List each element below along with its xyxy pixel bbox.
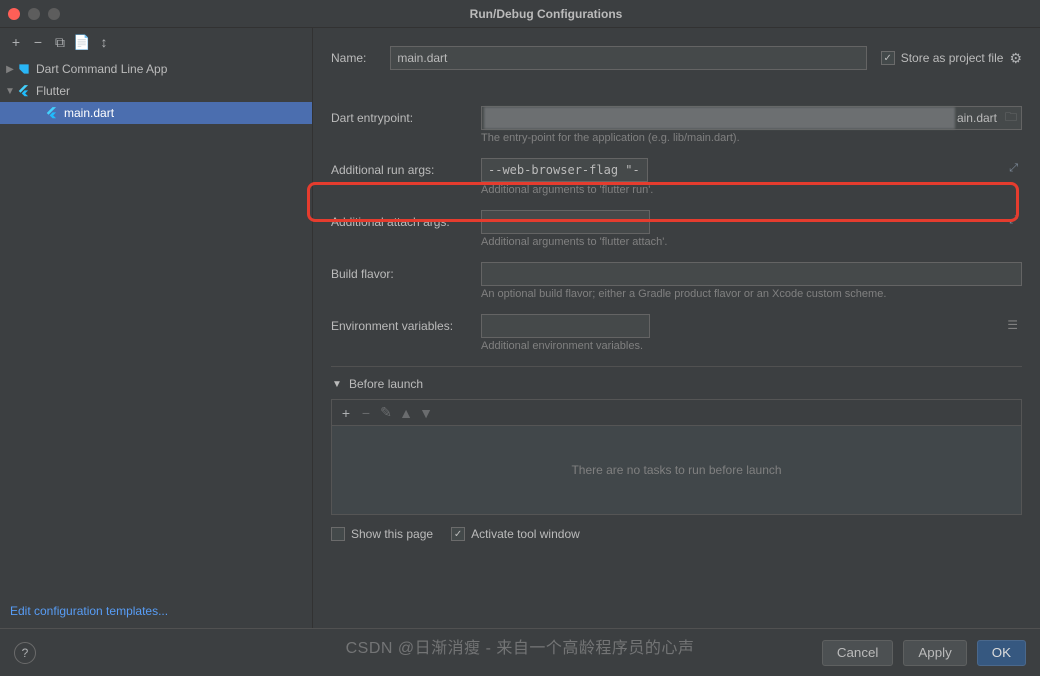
blurred-path <box>484 107 955 129</box>
move-down-icon: ▼ <box>418 405 434 421</box>
activate-tool-window-checkbox[interactable]: Activate tool window <box>451 527 580 541</box>
flutter-icon <box>44 105 60 121</box>
store-as-project-file-checkbox[interactable] <box>881 51 895 65</box>
tree-item-main-dart[interactable]: main.dart <box>0 102 312 124</box>
chevron-down-icon: ▼ <box>331 379 343 390</box>
config-form-panel: Name: Store as project file ⚙ Dart entry… <box>313 28 1040 628</box>
traffic-lights <box>8 8 60 20</box>
configurations-sidebar: + − ⧉ 📄 ↕ ▶ Dart Command Line App ▼ Flut… <box>0 28 313 628</box>
titlebar: Run/Debug Configurations <box>0 0 1040 28</box>
attach-args-label: Additional attach args: <box>331 215 481 229</box>
run-args-label: Additional run args: <box>331 163 481 177</box>
build-flavor-row: Build flavor: <box>331 262 1022 286</box>
build-flavor-help: An optional build flavor; either a Gradl… <box>481 288 1022 300</box>
run-args-help: Additional arguments to 'flutter run'. <box>481 184 1022 196</box>
flutter-icon <box>16 83 32 99</box>
gear-icon[interactable]: ⚙ <box>1009 50 1022 67</box>
apply-button[interactable]: Apply <box>903 640 966 666</box>
activate-tool-window-label: Activate tool window <box>471 527 580 541</box>
entrypoint-row: Dart entrypoint: ain.dart 🗀 <box>331 106 1022 130</box>
chevron-down-icon: ▼ <box>4 86 16 97</box>
env-vars-row: Environment variables: ☰ <box>331 314 1022 338</box>
name-row: Name: Store as project file ⚙ <box>331 46 1022 70</box>
reorder-config-icon[interactable]: ↕ <box>96 34 112 50</box>
list-icon[interactable]: ☰ <box>1007 318 1018 332</box>
remove-task-icon: − <box>358 405 374 421</box>
move-up-icon: ▲ <box>398 405 414 421</box>
remove-config-icon[interactable]: − <box>30 34 46 50</box>
tree-group-flutter[interactable]: ▼ Flutter <box>0 80 312 102</box>
before-launch-title: Before launch <box>349 377 423 391</box>
dart-icon <box>16 61 32 77</box>
window-title: Run/Debug Configurations <box>60 7 1032 21</box>
dialog-footer: ? Cancel Apply OK <box>0 628 1040 676</box>
before-launch-toolbar: + − ✎ ▲ ▼ <box>331 399 1022 425</box>
zoom-window-button[interactable] <box>48 8 60 20</box>
env-vars-input[interactable] <box>481 314 650 338</box>
before-launch-empty: There are no tasks to run before launch <box>331 425 1022 515</box>
build-flavor-input[interactable] <box>481 262 1022 286</box>
tree-group-dart[interactable]: ▶ Dart Command Line App <box>0 58 312 80</box>
add-task-icon[interactable]: + <box>338 405 354 421</box>
before-launch-header[interactable]: ▼ Before launch <box>331 377 1022 391</box>
name-label: Name: <box>331 51 366 65</box>
attach-args-help: Additional arguments to 'flutter attach'… <box>481 236 1022 248</box>
entrypoint-input[interactable]: ain.dart 🗀 <box>481 106 1022 130</box>
run-args-input[interactable] <box>481 158 648 182</box>
attach-args-input[interactable] <box>481 210 650 234</box>
env-vars-label: Environment variables: <box>331 319 481 333</box>
chevron-right-icon: ▶ <box>4 64 16 75</box>
tree-group-label: Flutter <box>36 84 70 98</box>
browse-icon[interactable]: 🗀 <box>1005 108 1017 129</box>
close-window-button[interactable] <box>8 8 20 20</box>
show-this-page-checkbox[interactable]: Show this page <box>331 527 433 541</box>
checkbox-icon <box>331 527 345 541</box>
section-separator <box>331 366 1022 367</box>
edit-task-icon: ✎ <box>378 405 394 421</box>
tree-group-label: Dart Command Line App <box>36 62 167 76</box>
run-args-row: Additional run args: ⤢ <box>331 158 1022 182</box>
before-launch-section: ▼ Before launch + − ✎ ▲ ▼ There are no t… <box>331 377 1022 541</box>
minimize-window-button[interactable] <box>28 8 40 20</box>
cancel-button[interactable]: Cancel <box>822 640 894 666</box>
checkbox-icon <box>451 527 465 541</box>
copy-config-icon[interactable]: ⧉ <box>52 34 68 50</box>
add-config-icon[interactable]: + <box>8 34 24 50</box>
build-flavor-label: Build flavor: <box>331 267 481 281</box>
attach-args-row: Additional attach args: ⤢ <box>331 210 1022 234</box>
env-vars-help: Additional environment variables. <box>481 340 1022 352</box>
expand-icon[interactable]: ⤢ <box>1009 214 1018 227</box>
config-tree: ▶ Dart Command Line App ▼ Flutter main.d… <box>0 56 312 126</box>
expand-icon[interactable]: ⤢ <box>1009 162 1018 175</box>
show-this-page-label: Show this page <box>351 527 433 541</box>
entrypoint-help: The entry-point for the application (e.g… <box>481 132 1022 144</box>
save-config-icon[interactable]: 📄 <box>74 34 90 50</box>
sidebar-toolbar: + − ⧉ 📄 ↕ <box>0 28 312 56</box>
ok-button[interactable]: OK <box>977 640 1026 666</box>
entrypoint-label: Dart entrypoint: <box>331 111 481 125</box>
name-input[interactable] <box>390 46 866 70</box>
store-as-project-file-label: Store as project file <box>901 51 1004 65</box>
tree-item-label: main.dart <box>64 106 114 120</box>
edit-templates-link[interactable]: Edit configuration templates... <box>0 594 312 628</box>
help-button[interactable]: ? <box>14 642 36 664</box>
